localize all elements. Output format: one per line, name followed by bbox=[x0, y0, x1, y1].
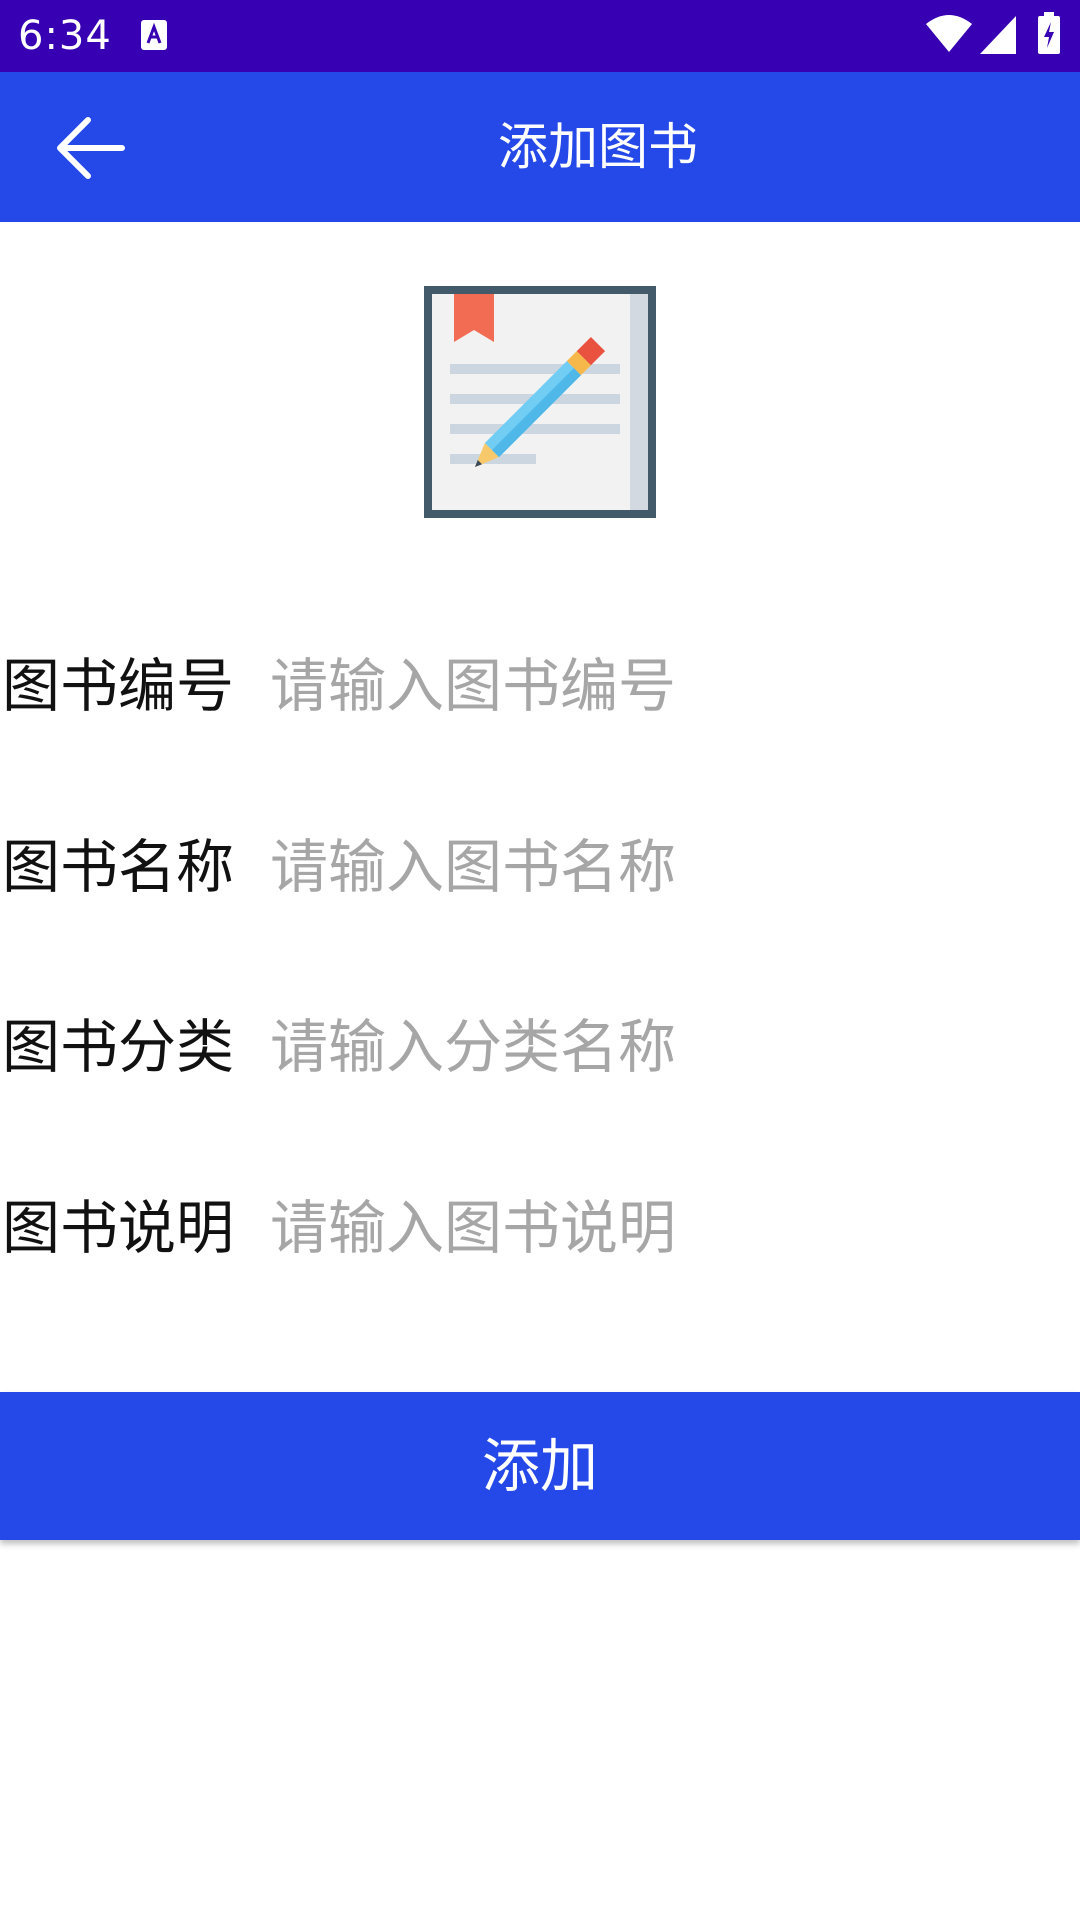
status-time: 6:34 bbox=[18, 13, 112, 59]
app-bar: 添加图书 bbox=[0, 72, 1080, 222]
book-description-input[interactable] bbox=[270, 1178, 1050, 1278]
page-title: 添加图书 bbox=[498, 118, 698, 176]
form-row-book-category: 图书分类 bbox=[0, 987, 1080, 1107]
add-button[interactable]: 添加 bbox=[0, 1392, 1080, 1540]
book-id-input[interactable] bbox=[270, 636, 1050, 736]
a-notification-icon bbox=[141, 20, 167, 50]
book-id-label: 图书编号 bbox=[2, 652, 235, 720]
battery-charging-icon bbox=[1038, 12, 1060, 54]
book-edit-icon bbox=[424, 286, 656, 518]
book-name-input[interactable] bbox=[270, 817, 1050, 917]
wifi-icon bbox=[926, 15, 972, 52]
book-name-label: 图书名称 bbox=[2, 833, 235, 901]
book-category-label: 图书分类 bbox=[2, 1013, 235, 1081]
signal-icon bbox=[980, 16, 1016, 54]
form-row-book-name: 图书名称 bbox=[0, 807, 1080, 927]
book-category-input[interactable] bbox=[270, 997, 1050, 1097]
form-row-book-id: 图书编号 bbox=[0, 626, 1080, 746]
form-row-book-description: 图书说明 bbox=[0, 1168, 1080, 1288]
status-bar: 6:34 bbox=[0, 0, 1080, 72]
book-description-label: 图书说明 bbox=[2, 1194, 235, 1262]
